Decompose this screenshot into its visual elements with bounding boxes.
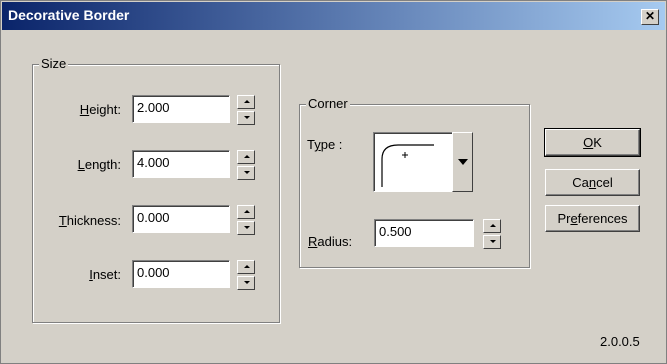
ok-button[interactable]: OK [544, 128, 641, 157]
dialog-window: Decorative Border ✕ Size Height: 2.000 L… [0, 0, 667, 364]
size-legend: Size [39, 56, 69, 71]
corner-type-select[interactable] [373, 132, 453, 192]
length-spinner[interactable] [237, 150, 255, 180]
radius-field[interactable]: 0.500 [374, 219, 474, 247]
spin-down-button[interactable] [237, 221, 255, 235]
cancel-button[interactable]: Cancel [545, 169, 640, 196]
down-arrow-icon [244, 171, 250, 174]
dropdown-arrow-icon [458, 159, 468, 165]
title-bar[interactable]: Decorative Border ✕ [2, 2, 665, 30]
spin-up-button[interactable] [237, 260, 255, 274]
spin-down-button[interactable] [237, 166, 255, 180]
version-label: 2.0.0.5 [600, 334, 640, 349]
inset-label: Inset: [89, 267, 121, 282]
up-arrow-icon [244, 210, 250, 213]
down-arrow-icon [490, 240, 496, 243]
corner-type-dropdown-button[interactable] [452, 132, 473, 192]
spin-down-button[interactable] [237, 276, 255, 290]
height-field[interactable]: 2.000 [132, 95, 230, 123]
up-arrow-icon [490, 224, 496, 227]
spin-down-button[interactable] [483, 235, 501, 249]
down-arrow-icon [244, 281, 250, 284]
up-arrow-icon [244, 100, 250, 103]
spin-up-button[interactable] [483, 219, 501, 233]
down-arrow-icon [244, 116, 250, 119]
spin-up-button[interactable] [237, 95, 255, 109]
type-label: Type : [307, 137, 343, 152]
thickness-spinner[interactable] [237, 205, 255, 235]
spin-up-button[interactable] [237, 205, 255, 219]
up-arrow-icon [244, 265, 250, 268]
close-button[interactable]: ✕ [641, 9, 659, 25]
corner-legend: Corner [306, 96, 350, 111]
height-spinner[interactable] [237, 95, 255, 125]
spin-down-button[interactable] [237, 111, 255, 125]
radius-spinner[interactable] [483, 219, 501, 249]
inset-spinner[interactable] [237, 260, 255, 290]
close-icon: ✕ [644, 9, 656, 23]
spin-up-button[interactable] [237, 150, 255, 164]
up-arrow-icon [244, 155, 250, 158]
thickness-label: Thickness: [58, 213, 121, 228]
preferences-button[interactable]: Preferences [545, 205, 640, 232]
rounded-corner-icon [381, 144, 434, 187]
length-field[interactable]: 4.000 [132, 150, 230, 178]
height-label: Height: [79, 102, 121, 117]
length-label: Length: [77, 157, 121, 172]
radius-label: Radius: [308, 234, 353, 249]
inset-field[interactable]: 0.000 [132, 260, 230, 288]
down-arrow-icon [244, 226, 250, 229]
window-title: Decorative Border [8, 7, 130, 23]
thickness-field[interactable]: 0.000 [132, 205, 230, 233]
